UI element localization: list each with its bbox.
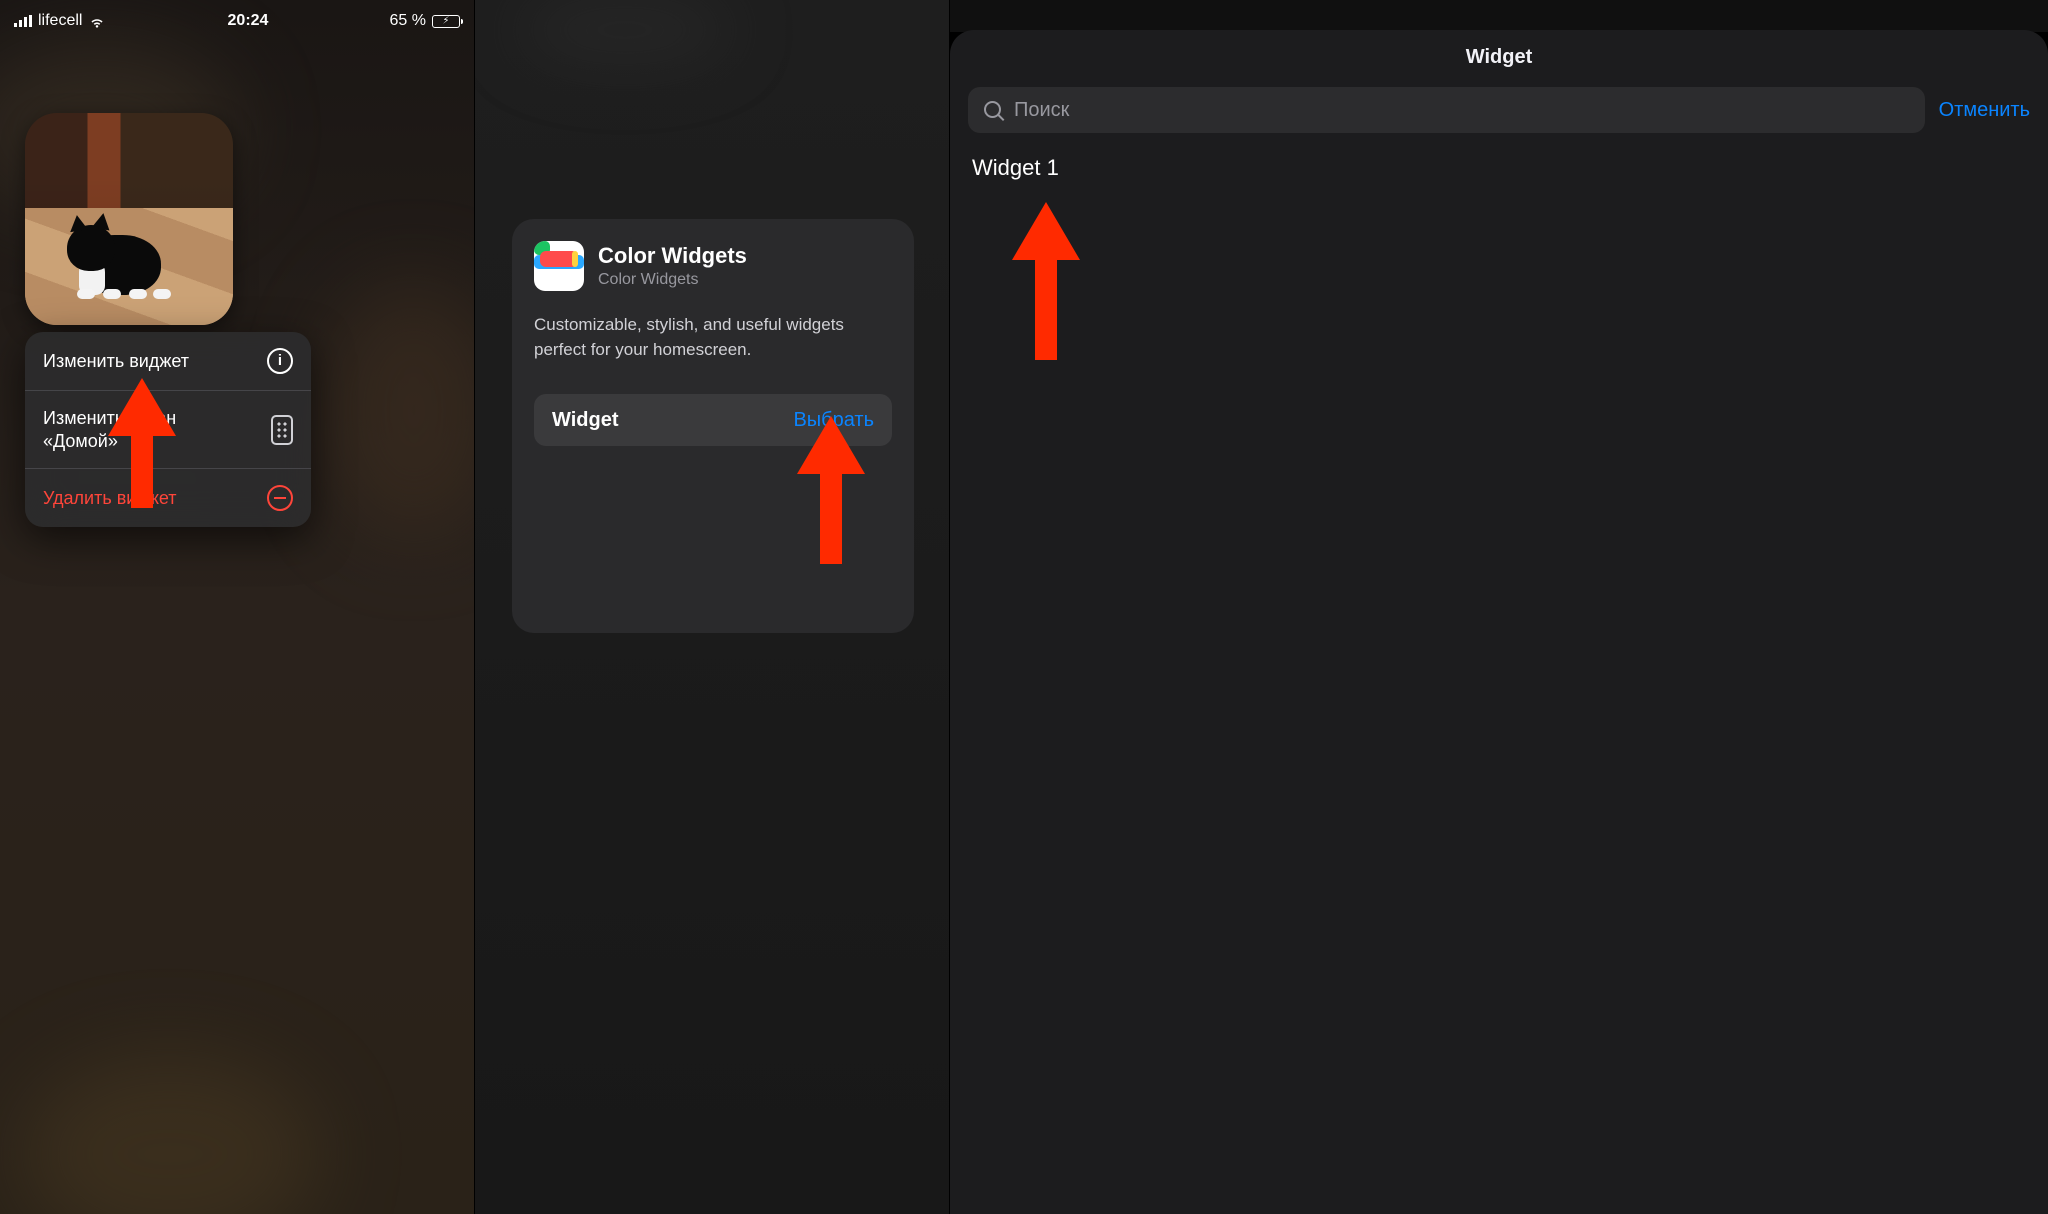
battery-icon: ⚡︎ [432,15,460,28]
sheet-title: Widget [968,46,2030,69]
cat-image [63,199,183,299]
carrier-label: lifecell [38,12,82,30]
status-bar: lifecell 20:24 65 % ⚡︎ [0,0,474,36]
clock-label: 20:24 [228,12,269,30]
widget-picker-sheet: Widget Поиск Отменить Widget 1 [950,30,2048,1214]
widget-settings-card: Color Widgets Color Widgets Customizable… [512,219,914,633]
apps-grid-icon [271,415,293,445]
screenshot-panel-3: Widget Поиск Отменить Widget 1 [949,0,2048,1214]
cancel-button[interactable]: Отменить [1939,99,2030,122]
remove-icon [267,485,293,511]
battery-percent-label: 65 % [390,12,426,30]
search-input[interactable]: Поиск [968,87,1925,133]
row-label: Widget [552,409,618,432]
app-title: Color Widgets [598,243,747,269]
menu-item-edit-widget[interactable]: Изменить виджет i [25,332,311,390]
menu-item-label: Удалить виджет [43,487,177,510]
app-icon [534,241,584,291]
screenshot-panel-2: Color Widgets Color Widgets Customizable… [474,0,949,1214]
search-icon [982,99,1004,121]
app-subtitle: Color Widgets [598,271,747,289]
wifi-icon [88,15,106,28]
cellular-bars-icon [14,15,32,27]
widget-preview-thumbnail[interactable] [25,113,233,325]
menu-item-delete-widget[interactable]: Удалить виджет [25,468,311,527]
choose-button[interactable]: Выбрать [793,409,874,432]
search-result-row[interactable]: Widget 1 [968,155,2030,181]
search-placeholder: Поиск [1014,99,1069,122]
screenshot-panel-1: lifecell 20:24 65 % ⚡︎ Изменить виджет i… [0,0,474,1214]
widget-context-menu: Изменить виджет i Изменить экран «Домой»… [25,332,311,527]
widget-select-row[interactable]: Widget Выбрать [534,394,892,446]
info-icon: i [267,348,293,374]
menu-item-edit-home[interactable]: Изменить экран «Домой» [25,390,311,468]
app-description: Customizable, stylish, and useful widget… [534,313,892,362]
menu-item-label: Изменить виджет [43,350,189,373]
menu-item-label: Изменить экран «Домой» [43,407,176,452]
